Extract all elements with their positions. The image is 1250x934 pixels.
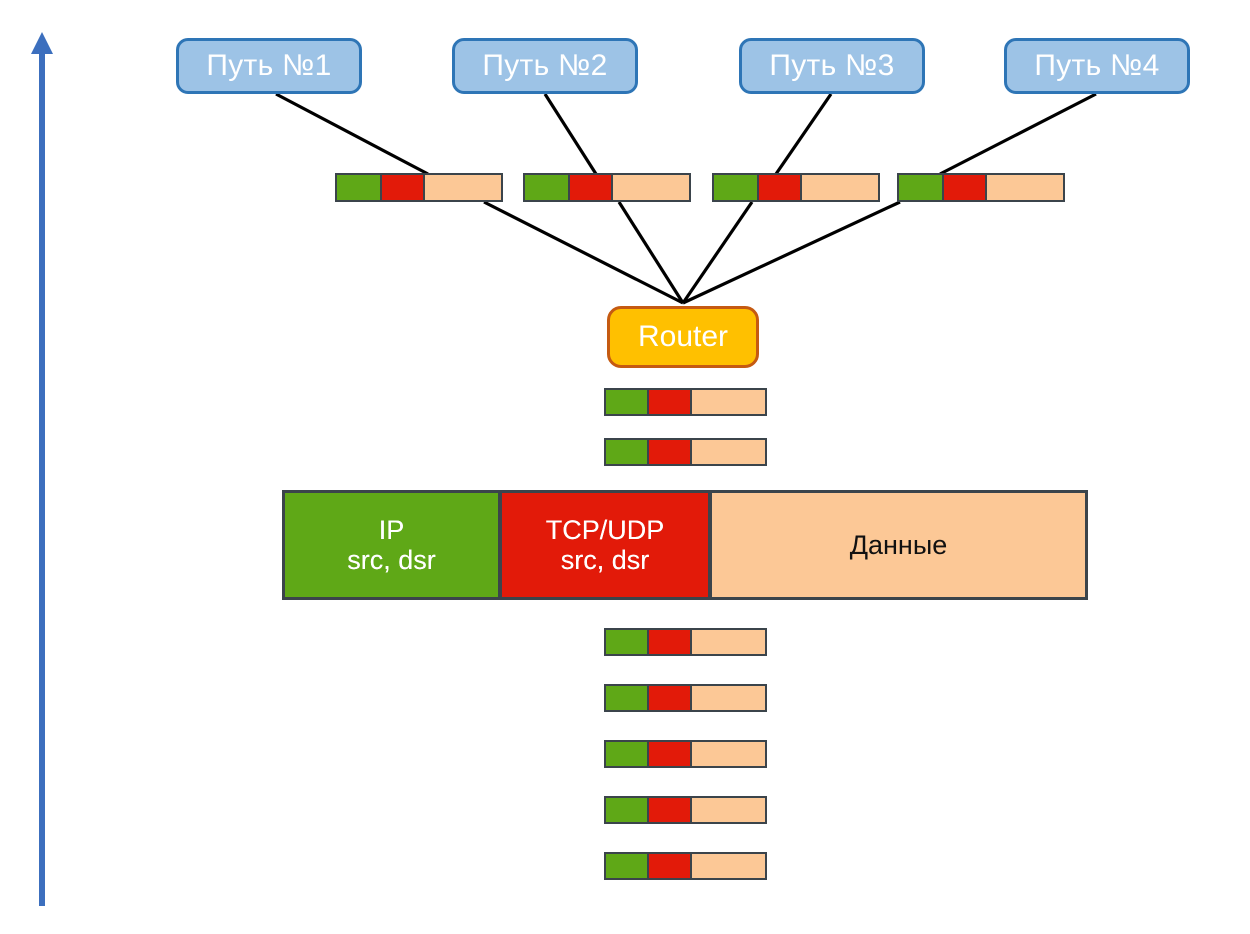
path-box-label: Путь №3 <box>769 49 895 82</box>
wire-path-2 <box>543 93 598 175</box>
segment-data <box>690 796 767 824</box>
segment-tcp <box>647 740 692 768</box>
segment-ip <box>604 740 649 768</box>
packet-queue-1 <box>604 628 767 656</box>
segment-tcp: TCP/UDP src, dsr <box>499 490 711 600</box>
path-box-2[interactable]: Путь №2 <box>452 38 638 94</box>
segment-ip <box>897 173 944 202</box>
wire-path-4 <box>939 92 1097 176</box>
time-axis-shaft <box>39 53 45 906</box>
segment-tcp <box>647 438 692 466</box>
segment-tcp <box>647 628 692 656</box>
segment-ip-label-primary: IP <box>378 514 405 545</box>
packet-router-out-1 <box>604 388 767 416</box>
segment-ip <box>604 628 649 656</box>
path-box-4[interactable]: Путь №4 <box>1004 38 1190 94</box>
packet-path-4 <box>897 173 1065 202</box>
wire-path-3 <box>774 93 833 175</box>
segment-tcp <box>647 684 692 712</box>
segment-data <box>800 173 880 202</box>
segment-data-label-primary: Данные <box>849 529 948 560</box>
segment-tcp <box>942 173 987 202</box>
segment-data <box>690 852 767 880</box>
packet-detail: IP src, dsr TCP/UDP src, dsr Данные <box>282 490 1088 600</box>
segment-data <box>690 438 767 466</box>
router-node[interactable]: Router <box>607 306 759 368</box>
segment-tcp <box>757 173 802 202</box>
time-axis-arrowhead-icon <box>31 32 53 54</box>
packet-queue-2 <box>604 684 767 712</box>
segment-tcp-label-primary: TCP/UDP <box>545 514 665 545</box>
segment-tcp-label-secondary: src, dsr <box>560 545 650 575</box>
path-box-label: Путь №2 <box>482 49 608 82</box>
path-box-3[interactable]: Путь №3 <box>739 38 925 94</box>
segment-data <box>690 388 767 416</box>
wire-router-3 <box>681 201 754 304</box>
segment-data: Данные <box>709 490 1088 600</box>
packet-path-1 <box>335 173 503 202</box>
diagram-canvas: Путь №1 Путь №2 Путь №3 Путь №4 Router IP sr… <box>0 0 1250 934</box>
segment-ip <box>604 438 649 466</box>
segment-data <box>985 173 1065 202</box>
segment-data <box>611 173 691 202</box>
packet-queue-4 <box>604 796 767 824</box>
packet-path-3 <box>712 173 880 202</box>
wire-router-2 <box>617 201 685 304</box>
wire-path-1 <box>275 92 429 176</box>
segment-data <box>423 173 503 202</box>
segment-tcp <box>568 173 613 202</box>
segment-ip <box>604 852 649 880</box>
segment-data <box>690 684 767 712</box>
packet-router-out-2 <box>604 438 767 466</box>
segment-ip <box>335 173 382 202</box>
segment-ip: IP src, dsr <box>282 490 501 600</box>
segment-ip <box>523 173 570 202</box>
packet-queue-5 <box>604 852 767 880</box>
path-box-1[interactable]: Путь №1 <box>176 38 362 94</box>
segment-tcp <box>380 173 425 202</box>
wire-router-4 <box>682 200 901 305</box>
packet-path-2 <box>523 173 691 202</box>
segment-data <box>690 628 767 656</box>
path-box-label: Путь №4 <box>1034 49 1160 82</box>
path-box-label: Путь №1 <box>206 49 332 82</box>
segment-tcp <box>647 796 692 824</box>
segment-ip <box>604 684 649 712</box>
packet-queue-3 <box>604 740 767 768</box>
segment-ip <box>712 173 759 202</box>
segment-ip-label-secondary: src, dsr <box>347 545 436 575</box>
connector-lines-layer <box>275 92 1097 305</box>
segment-ip <box>604 388 649 416</box>
segment-tcp <box>647 852 692 880</box>
router-label: Router <box>637 320 729 353</box>
segment-tcp <box>647 388 692 416</box>
wire-router-1 <box>483 200 684 305</box>
segment-data <box>690 740 767 768</box>
segment-ip <box>604 796 649 824</box>
